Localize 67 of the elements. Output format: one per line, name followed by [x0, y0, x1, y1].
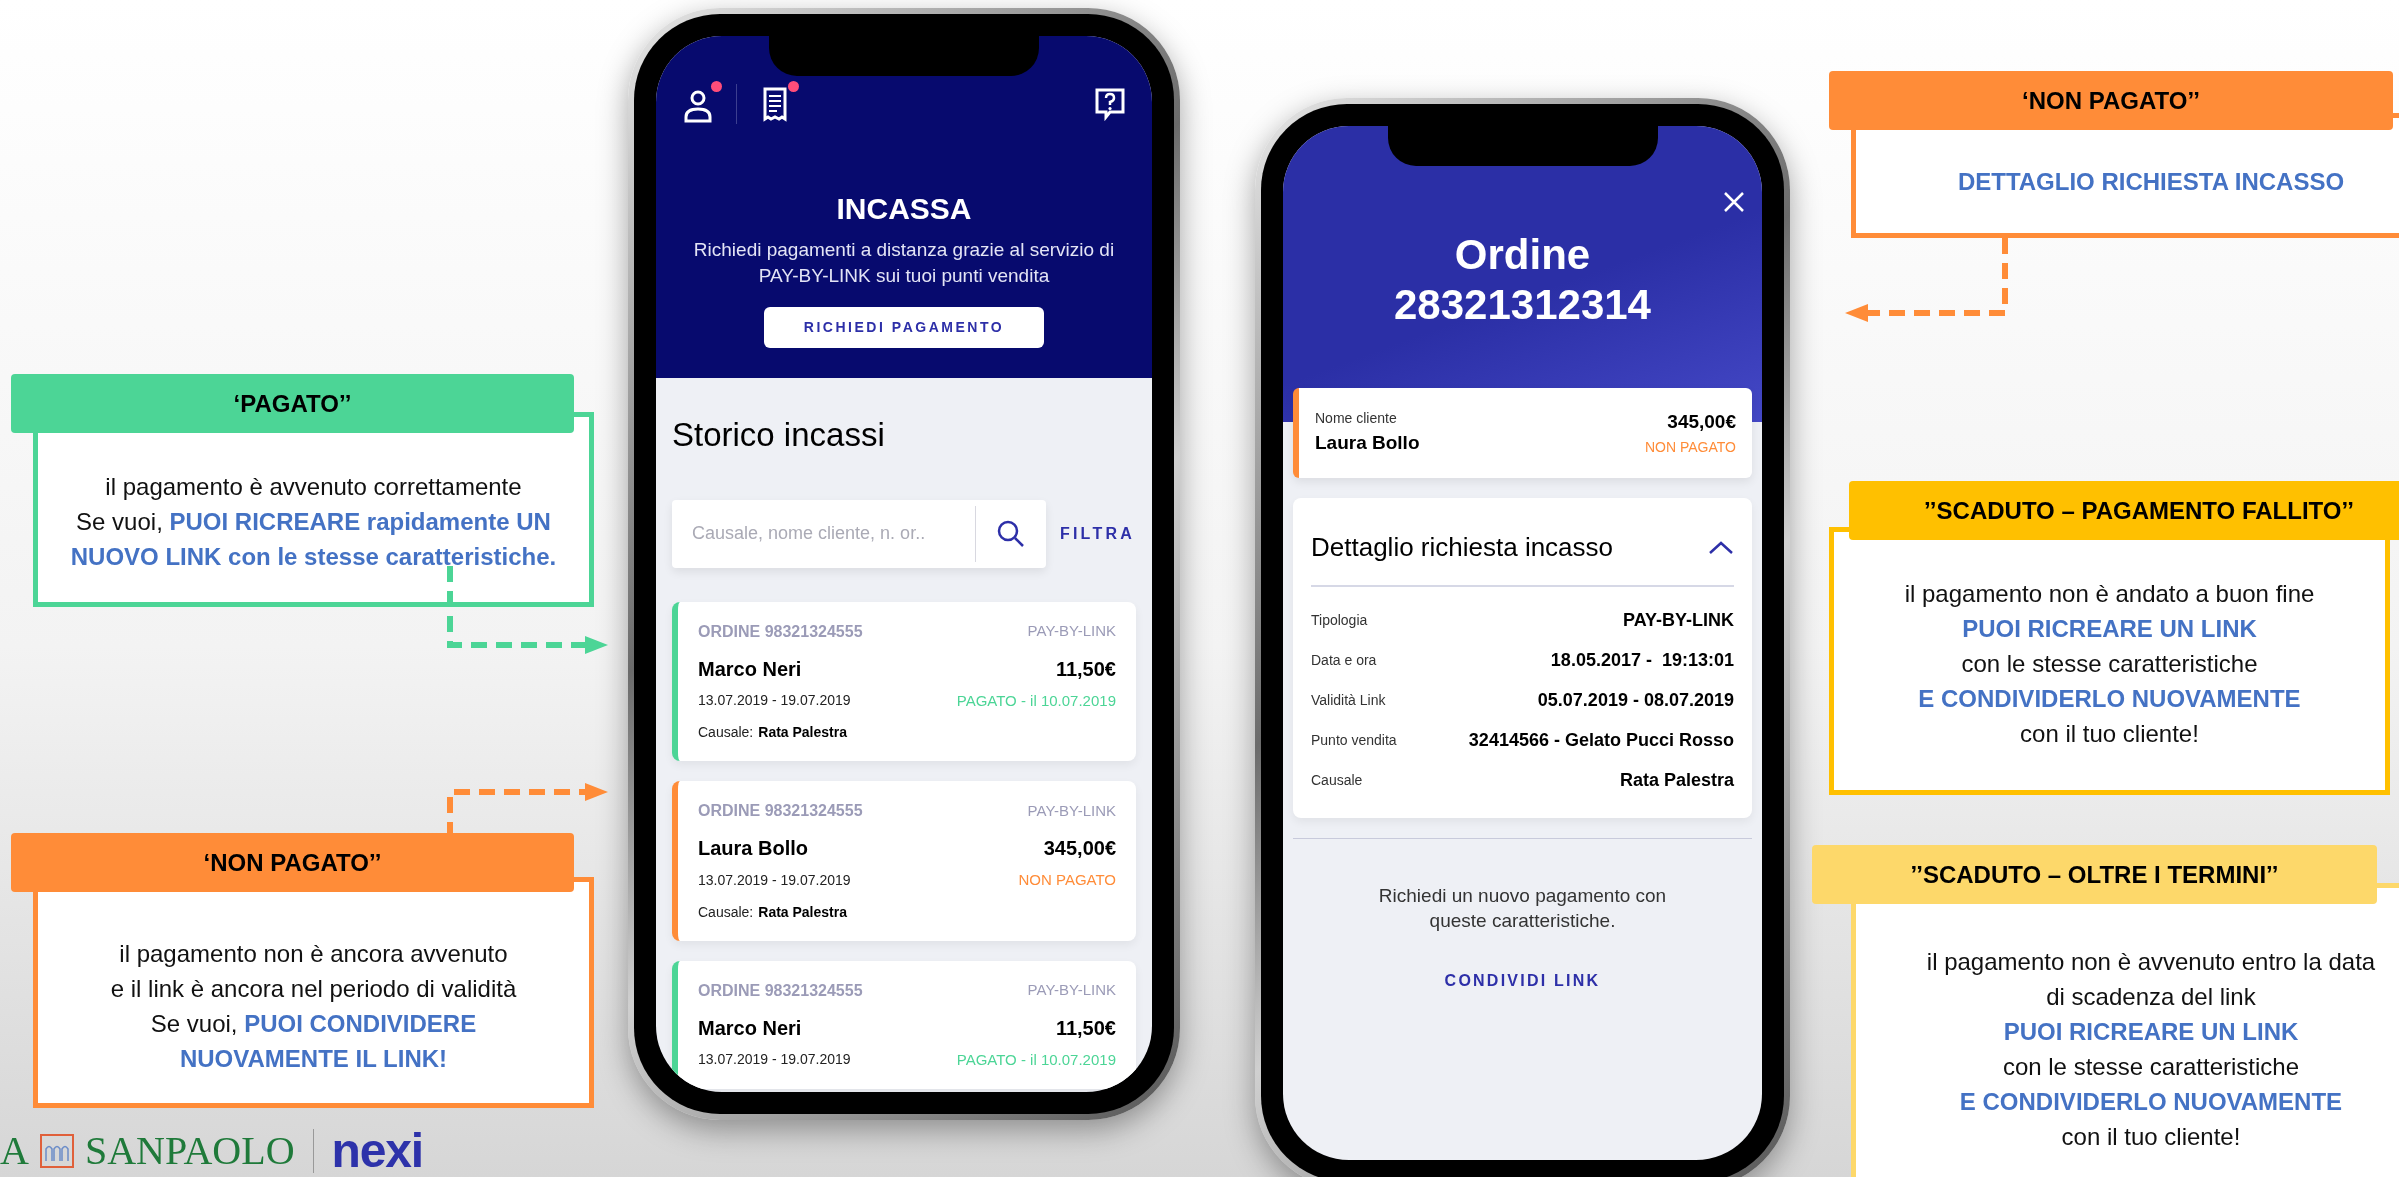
order-type: PAY-BY-LINK [1027, 621, 1116, 642]
callout-text: il pagamento è avvenuto correttamente Se vuoi, PUOI RICREARE rapidamente UN NUOVO LINK con le stesse caratteristiche. [70, 472, 557, 572]
detail-value: 18.05.2017 - 19:13:01 [1550, 649, 1734, 672]
callout-header: ’’SCADUTO – OLTRE I TERMINI’’ [1812, 845, 2377, 904]
order-card[interactable]: ORDINE 98321324555 PAY-BY-LINK Laura Bollo 345,00€ 13.07.2019 - 19.07.2019 NON PAGATO Causale: Rata Palestra [672, 781, 1136, 941]
customer-name: Marco Neri [698, 1015, 802, 1041]
section-title: Dettaglio richiesta incasso [1311, 531, 1614, 564]
callout-text: il pagamento non è andato a buon fine PUOI RICREARE UN LINK con le stesse caratteristiche E CONDIVIDERLO NUOVAMENTE con il tuo cliente! [1904, 579, 2315, 749]
order-title: Ordine 28321312314 [1394, 230, 1651, 330]
order-dates: 13.07.2019 - 19.07.2019 [698, 1050, 851, 1070]
detail-value: 05.07.2019 - 08.07.2019 [1537, 689, 1734, 712]
causale-value: Rata Palestra [758, 723, 847, 742]
search-field[interactable]: Causale, nome cliente, n. or.. [672, 520, 975, 547]
order-number: ORDINE 98321324555 [698, 980, 863, 1001]
callout-header: ‘PAGATO’’ [11, 374, 574, 433]
callout-text: DETTAGLIO RICHIESTA INCASSO [1957, 167, 2345, 197]
detail-label: Causale [1311, 771, 1363, 790]
order-card[interactable]: ORDINE 98321324555 PAY-BY-LINK Marco Neri 11,50€ 13.07.2019 - 19.07.2019 PAGATO - il 10.07.2019 [672, 960, 1136, 1089]
search-bar[interactable]: Causale, nome cliente, n. or.. [672, 499, 1046, 568]
order-amount: 11,50€ [1055, 656, 1116, 682]
bank-logo-text: SANPAOLO [84, 1131, 295, 1171]
order-type: PAY-BY-LINK [1027, 800, 1116, 821]
filter-button[interactable]: FILTRA [1060, 521, 1135, 546]
order-type: PAY-BY-LINK [1027, 980, 1116, 1001]
detail-label: Tipologia [1311, 611, 1368, 630]
chevron-up-icon[interactable] [1708, 539, 1734, 556]
callout-text: il pagamento non è avvenuto entro la data di scadenza del link PUOI RICREARE UN LINK con le stesse caratteristiche E CONDIVIDERLO NUOVAMENTE con il tuo cliente! [1926, 947, 2376, 1152]
callout-header: ’’SCADUTO – PAGAMENTO FALLITO’’ [1849, 481, 2399, 540]
order-amount: 345,00€ [1043, 836, 1116, 861]
callout-header: ‘NON PAGATO’’ [11, 833, 574, 892]
detail-label: Validità Link [1311, 691, 1386, 710]
causale-value: Rata Palestra [758, 902, 847, 922]
order-card[interactable]: ORDINE 98321324555 PAY-BY-LINK Marco Neri 11,50€ 13.07.2019 - 19.07.2019 PAGATO - il 10.07.2019 Causale: Rata Palestra [672, 601, 1136, 761]
order-dates: 13.07.2019 - 19.07.2019 [698, 691, 851, 711]
causale-label: Causale: [698, 723, 754, 742]
share-link-button[interactable]: CONDIVIDI LINK [1444, 969, 1601, 993]
order-dates: 13.07.2019 - 19.07.2019 [698, 870, 851, 890]
section-title: Storico incassi [672, 415, 886, 455]
detail-label: Data e ora [1311, 651, 1377, 670]
screen-title: INCASSA [836, 191, 972, 227]
arches-logo-icon [38, 1133, 75, 1169]
request-payment-button[interactable]: RICHIEDI PAGAMENTO [764, 307, 1044, 348]
close-icon[interactable] [1722, 190, 1746, 214]
detail-value: 32414566 - Gelato Pucci Rosso [1468, 729, 1734, 752]
detail-value: PAY-BY-LINK [1622, 609, 1734, 632]
bank-logo-text: A [0, 1131, 29, 1171]
footer-text: Richiedi un nuovo pagamento con queste caratteristiche. [1377, 884, 1668, 933]
order-status: NON PAGATO [1645, 437, 1736, 457]
field-label: Nome cliente [1315, 409, 1398, 429]
screen-subtitle: Richiedi pagamenti a distanza grazie al servizio di PAY-BY-LINK sui tuoi punti vendita [692, 238, 1116, 288]
order-number: ORDINE 98321324555 [698, 801, 863, 821]
order-amount: 11,50€ [1055, 1015, 1116, 1041]
callout-text: il pagamento non è ancora avvenuto e il link è ancora nel periodo di validità Se vuoi, PUOI CONDIVIDERE NUOVAMENTE IL LINK! [110, 939, 517, 1074]
customer-name: Laura Bollo [698, 836, 808, 861]
callout-header: ‘NON PAGATO’’ [1829, 71, 2393, 130]
causale-label: Causale: [698, 902, 754, 922]
order-amount: 345,00€ [1667, 410, 1736, 435]
brand-logo-text: nexi [331, 1127, 423, 1175]
order-status: NON PAGATO [1018, 870, 1116, 890]
order-status: PAGATO - il 10.07.2019 [956, 690, 1116, 711]
order-number: ORDINE 98321324555 [698, 621, 863, 642]
customer-name: Laura Bollo [1315, 431, 1420, 456]
search-icon[interactable] [996, 518, 1026, 549]
detail-value: Rata Palestra [1619, 769, 1734, 792]
customer-name: Marco Neri [698, 656, 802, 682]
order-status: PAGATO - il 10.07.2019 [956, 1049, 1116, 1070]
detail-label: Punto vendita [1311, 731, 1397, 750]
